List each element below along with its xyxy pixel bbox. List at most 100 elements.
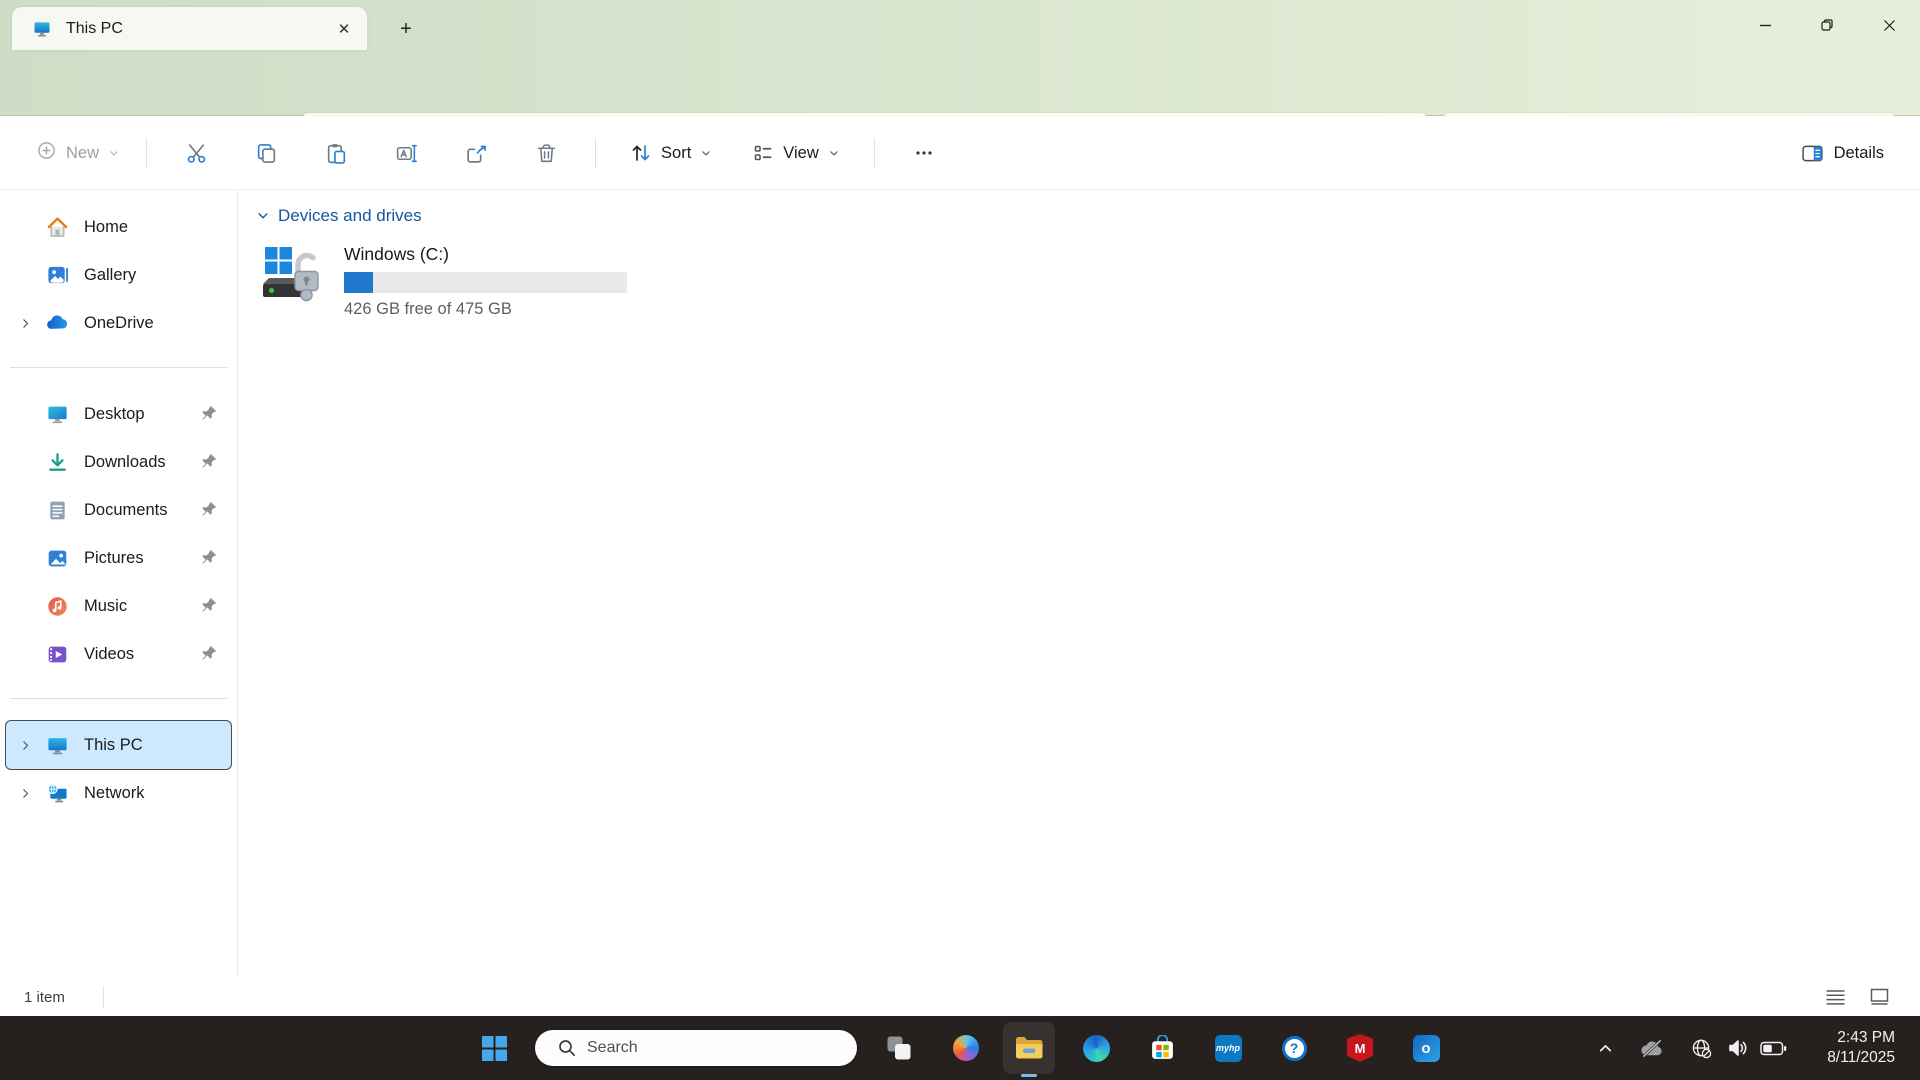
chevron-up-icon [1597, 1040, 1614, 1057]
group-devices-and-drives[interactable]: Devices and drives [256, 206, 422, 226]
status-bar: 1 item [0, 978, 1920, 1016]
window-controls [1734, 0, 1920, 50]
sidebar-item-network[interactable]: Network [6, 769, 231, 817]
no-internet-icon [1690, 1037, 1713, 1060]
pin-icon [201, 405, 217, 426]
edge-button[interactable] [1081, 1033, 1111, 1063]
outlook-button[interactable]: o [1411, 1033, 1441, 1063]
details-view-icon [1825, 989, 1846, 1006]
mcafee-button[interactable]: M [1345, 1033, 1375, 1063]
copy-icon [255, 142, 278, 165]
taskbar-search [535, 1030, 857, 1066]
expand-chevron-icon[interactable] [6, 317, 44, 330]
status-divider [103, 986, 104, 1008]
clock-date: 8/11/2025 [1827, 1048, 1895, 1068]
details-pane-icon [1801, 142, 1824, 165]
pictures-icon [44, 546, 70, 570]
taskbar-clock[interactable]: 2:43 PM 8/11/2025 [1827, 1028, 1895, 1068]
close-window-button[interactable] [1858, 0, 1920, 50]
onedrive-icon [44, 311, 70, 335]
start-button[interactable] [479, 1033, 509, 1063]
expand-chevron-icon[interactable] [6, 787, 44, 800]
drive-free-space: 426 GB free of 475 GB [344, 300, 627, 319]
onedrive-paused-icon [1639, 1037, 1666, 1060]
rename-button[interactable] [382, 132, 430, 174]
myhp-button[interactable]: myhp [1213, 1033, 1243, 1063]
tab-close-button[interactable]: ✕ [329, 14, 359, 44]
sidebar-item-home[interactable]: Home [6, 203, 231, 251]
drive-usage-bar [344, 272, 627, 293]
chevron-down-icon [256, 209, 270, 223]
large-thumbnails-view-button[interactable] [1864, 983, 1894, 1011]
main-area: Home Gallery OneDrive [0, 190, 1920, 978]
copilot-button[interactable] [951, 1033, 981, 1063]
sidebar-item-videos[interactable]: Videos [6, 630, 231, 678]
large-thumbnails-view-icon [1869, 988, 1890, 1006]
clock-time: 2:43 PM [1827, 1028, 1895, 1048]
onedrive-tray-button[interactable] [1637, 1033, 1667, 1063]
sidebar-separator [10, 367, 227, 368]
sort-button[interactable]: Sort [618, 134, 724, 172]
chevron-down-icon [828, 147, 840, 159]
battery-button[interactable] [1758, 1033, 1788, 1063]
sidebar-item-music[interactable]: Music [6, 582, 231, 630]
view-button[interactable]: View [740, 134, 851, 172]
this-pc-icon [44, 733, 70, 757]
network-status-button[interactable] [1686, 1033, 1716, 1063]
drive-icon [258, 242, 322, 319]
sidebar-separator [10, 698, 227, 699]
tab-this-pc[interactable]: This PC ✕ [12, 7, 367, 50]
file-explorer-button[interactable] [1003, 1022, 1055, 1074]
drive-usage-fill [344, 272, 373, 293]
sidebar-item-documents[interactable]: Documents [6, 486, 231, 534]
microsoft-store-icon [1149, 1035, 1176, 1062]
sidebar-item-pictures[interactable]: Pictures [6, 534, 231, 582]
sidebar-item-this-pc[interactable]: This PC [6, 721, 231, 769]
drive-name: Windows (C:) [344, 244, 627, 265]
get-help-button[interactable]: ? [1279, 1033, 1309, 1063]
task-view-icon [886, 1035, 912, 1061]
sort-label: Sort [661, 144, 691, 163]
taskbar-search-input[interactable] [535, 1030, 857, 1066]
item-count: 1 item [24, 989, 65, 1006]
paste-button[interactable] [312, 132, 360, 174]
delete-button[interactable] [522, 132, 570, 174]
cut-button[interactable] [172, 132, 220, 174]
details-view-button[interactable] [1820, 983, 1850, 1011]
sidebar-item-desktop[interactable]: Desktop [6, 390, 231, 438]
desktop-icon [44, 402, 70, 426]
documents-icon [44, 498, 70, 522]
chevron-down-icon [700, 147, 712, 159]
toolbar-divider [595, 138, 596, 168]
pin-icon [201, 453, 217, 474]
see-more-button[interactable] [900, 132, 948, 174]
details-pane-button[interactable]: Details [1789, 134, 1896, 173]
sidebar-item-downloads[interactable]: Downloads [6, 438, 231, 486]
microsoft-store-button[interactable] [1147, 1033, 1177, 1063]
pin-icon [201, 501, 217, 522]
paste-icon [325, 142, 348, 165]
navigation-bar: This PC [0, 50, 1920, 116]
copy-button[interactable] [242, 132, 290, 174]
new-tab-button[interactable]: + [390, 13, 422, 45]
drive-windows-c[interactable]: Windows (C:) 426 GB free of 475 GB [258, 242, 638, 319]
task-view-button[interactable] [884, 1033, 914, 1063]
sidebar-item-onedrive[interactable]: OneDrive [6, 299, 231, 347]
expand-chevron-icon[interactable] [6, 739, 44, 752]
active-app-indicator [1021, 1074, 1037, 1077]
tray-show-hidden-button[interactable] [1590, 1033, 1620, 1063]
volume-button[interactable] [1723, 1033, 1753, 1063]
taskbar: myhp ? M o 2:43 PM 8/11/2025 [0, 1016, 1920, 1080]
share-button[interactable] [452, 132, 500, 174]
new-button[interactable]: New [24, 132, 132, 174]
cut-icon [185, 142, 208, 165]
minimize-button[interactable] [1734, 0, 1796, 50]
downloads-icon [44, 450, 70, 474]
toolbar-divider [146, 138, 147, 168]
sidebar-item-gallery[interactable]: Gallery [6, 251, 231, 299]
edge-icon [1083, 1035, 1110, 1062]
pin-icon [201, 549, 217, 570]
restore-button[interactable] [1796, 0, 1858, 50]
more-icon [913, 142, 935, 164]
toolbar-divider [874, 138, 875, 168]
